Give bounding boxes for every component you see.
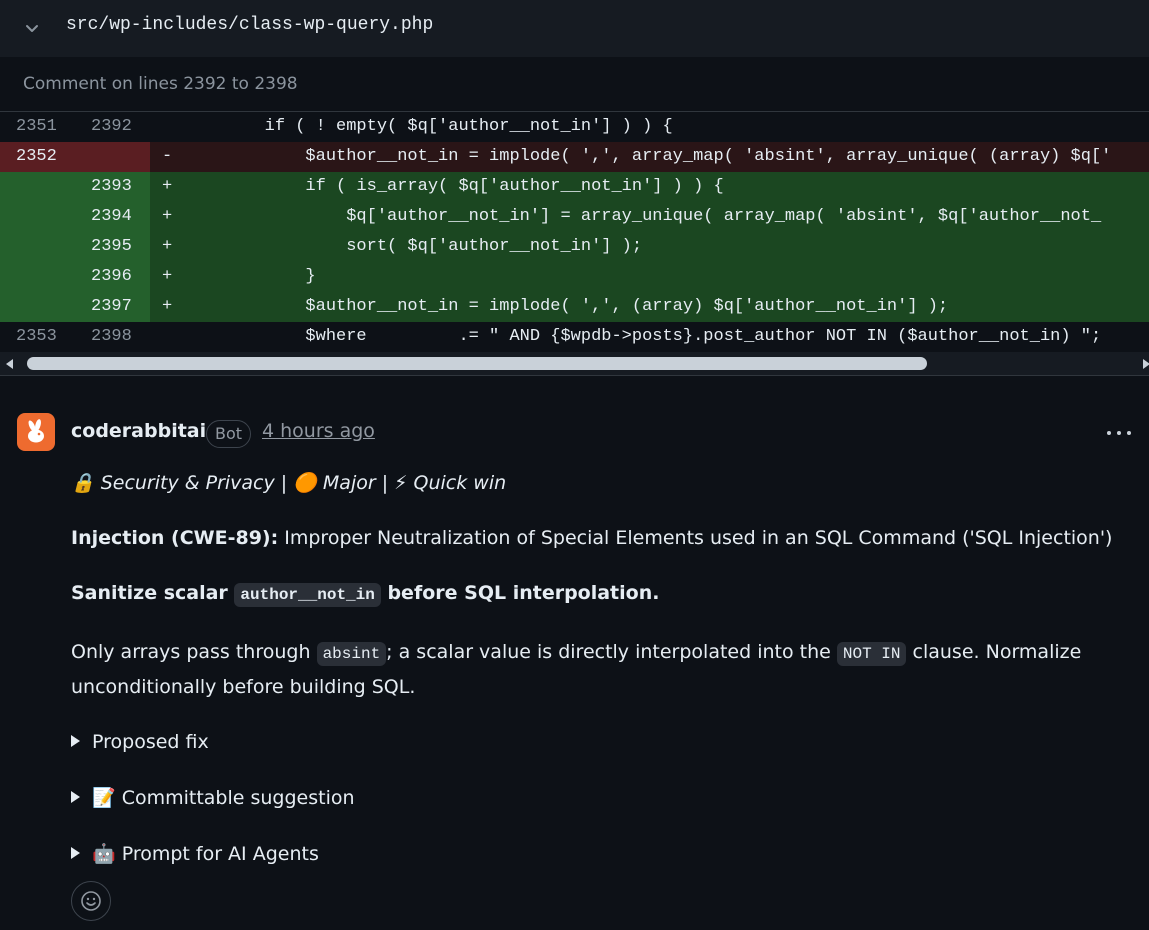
diff-row: 2396 + } (0, 262, 1149, 292)
file-path[interactable]: src/wp-includes/class-wp-query.php (66, 15, 433, 35)
avatar[interactable] (17, 413, 55, 451)
bot-badge: Bot (206, 420, 252, 448)
code-line: $author__not_in = implode( ',', array_ma… (183, 147, 1112, 166)
new-line-number[interactable]: 2396 (91, 267, 135, 286)
chevron-down-icon[interactable] (22, 18, 42, 38)
code-line: if ( ! empty( $q['author__not_in'] ) ) { (183, 117, 673, 136)
add-reaction-button[interactable] (71, 881, 111, 921)
comment-range: Comment on lines 2392 to 2398 (0, 57, 1149, 112)
inline-code: absint (316, 642, 387, 666)
diff-sign: + (162, 237, 173, 256)
new-line-number[interactable]: 2398 (91, 327, 135, 346)
comment-body-line2: unconditionally before building SQL. (71, 676, 416, 698)
details-prompt-ai-agents[interactable]: 🤖 Prompt for AI Agents (71, 842, 319, 865)
horizontal-scrollbar[interactable] (0, 352, 1149, 376)
smiley-icon (81, 891, 101, 911)
body-text: Only arrays pass through (71, 641, 317, 663)
diff-row: 2393 + if ( is_array( $q['author__not_in… (0, 172, 1149, 202)
file-header: src/wp-includes/class-wp-query.php (0, 0, 1149, 57)
new-line-number[interactable]: 2392 (91, 117, 135, 136)
diff-row: 2395 + sort( $q['author__not_in'] ); (0, 232, 1149, 262)
diff-sign: + (162, 297, 173, 316)
injection-line: Injection (CWE-89): Improper Neutralizat… (71, 527, 1112, 549)
comment-author[interactable]: coderabbitai (71, 420, 206, 442)
new-line-number[interactable]: 2397 (91, 297, 135, 316)
details-label: 📝 Committable suggestion (92, 787, 355, 809)
diff-row: 2351 2392 if ( ! empty( $q['author__not_… (0, 112, 1149, 142)
inline-code: author__not_in (234, 583, 381, 607)
scroll-right-arrow-icon[interactable] (1143, 359, 1149, 369)
diff-row: 2352 - $author__not_in = implode( ',', a… (0, 142, 1149, 172)
heading-pre: Sanitize scalar (71, 582, 235, 604)
expand-triangle-icon (71, 791, 80, 803)
code-line: $author__not_in = implode( ',', (array) … (183, 297, 949, 316)
diff-sign: + (162, 177, 173, 196)
comment-heading: Sanitize scalar author__not_in before SQ… (71, 582, 660, 607)
scroll-left-arrow-icon[interactable] (6, 359, 13, 369)
code-line: if ( is_array( $q['author__not_in'] ) ) … (183, 177, 724, 196)
code-line: } (183, 267, 316, 286)
body-text: ; a scalar value is directly interpolate… (386, 641, 837, 663)
heading-post: before SQL interpolation. (380, 582, 660, 604)
comment-tags: 🔒 Security & Privacy | 🟠 Major | ⚡ Quick… (71, 472, 507, 494)
scrollbar-thumb[interactable] (27, 357, 927, 370)
diff-sign: + (162, 267, 173, 286)
diff-sign: + (162, 207, 173, 226)
diff-row: 2353 2398 $where .= " AND {$wpdb->posts}… (0, 322, 1149, 352)
new-line-number[interactable]: 2395 (91, 237, 135, 256)
old-line-number[interactable]: 2352 (16, 147, 60, 166)
code-line: sort( $q['author__not_in'] ); (183, 237, 643, 256)
comment-range-label: Comment on lines 2392 to 2398 (23, 74, 298, 94)
code-line: $where .= " AND {$wpdb->posts}.post_auth… (183, 327, 1102, 346)
details-label: 🤖 Prompt for AI Agents (92, 843, 319, 865)
new-line-number[interactable]: 2393 (91, 177, 135, 196)
diff-row: 2397 + $author__not_in = implode( ',', (… (0, 292, 1149, 322)
details-committable-suggestion[interactable]: 📝 Committable suggestion (71, 786, 355, 809)
old-line-number[interactable]: 2351 (16, 117, 60, 136)
old-line-number[interactable]: 2353 (16, 327, 60, 346)
details-label: Proposed fix (92, 731, 209, 753)
new-line-number[interactable]: 2394 (91, 207, 135, 226)
inline-code: NOT IN (836, 642, 907, 666)
more-options-icon[interactable] (1104, 429, 1134, 437)
code-line: $q['author__not_in'] = array_unique( arr… (183, 207, 1102, 226)
injection-text: Improper Neutralization of Special Eleme… (278, 527, 1113, 549)
diff-row: 2394 + $q['author__not_in'] = array_uniq… (0, 202, 1149, 232)
comment-timestamp[interactable]: 4 hours ago (262, 420, 375, 442)
details-proposed-fix[interactable]: Proposed fix (71, 731, 209, 753)
expand-triangle-icon (71, 847, 80, 859)
expand-triangle-icon (71, 735, 80, 747)
comment-body: Only arrays pass through absint; a scala… (71, 641, 1082, 666)
injection-label: Injection (CWE-89): (71, 527, 279, 549)
diff-view: 2351 2392 if ( ! empty( $q['author__not_… (0, 112, 1149, 352)
diff-sign: - (162, 147, 173, 166)
body-text: clause. Normalize (906, 641, 1082, 663)
rabbit-icon (28, 419, 44, 443)
